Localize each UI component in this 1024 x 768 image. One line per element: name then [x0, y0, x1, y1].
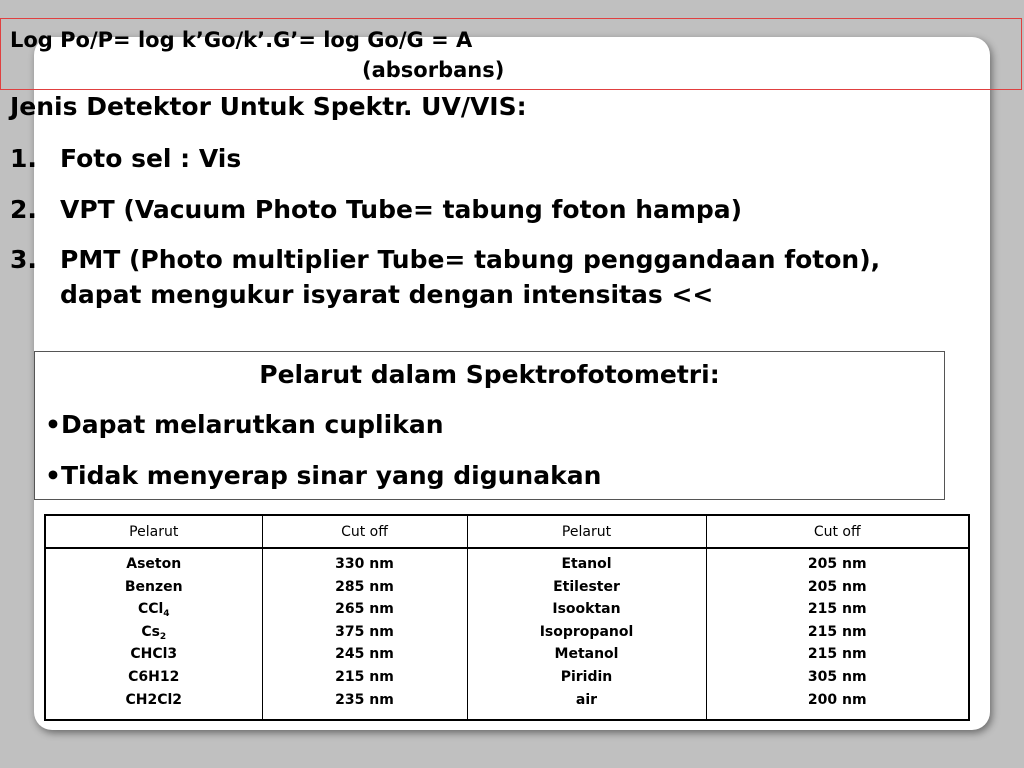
detector-item-3: 3. PMT (Photo multiplier Tube= tabung pen… [10, 242, 930, 312]
table-cell: 235 nm [335, 691, 394, 708]
table-row: Aseton Benzen CCl4 Cs2 CHCl3 C6H12 CH2Cl… [45, 548, 969, 720]
table-cell: Aseton [126, 556, 182, 572]
table-cell: 215 nm [807, 601, 867, 618]
solvent-bullet-1: •Dapat melarutkan cuplikan [45, 410, 444, 439]
table-cell: C6H12 [128, 668, 180, 685]
table-cell: Benzen [124, 578, 183, 595]
table-header-cutoff: Cut off [705, 515, 969, 549]
table-column-cutoff-2: 205 nm 205 nm 215 nm 215 nm 215 nm 305 n… [705, 548, 969, 720]
detector-item-text: VPT (Vacuum Photo Tube= tabung foton ham… [60, 195, 743, 224]
table-cell: 265 nm [335, 601, 394, 618]
table-column-cutoff-1: 330 nm 285 nm 265 nm 375 nm 245 nm 215 n… [261, 548, 467, 720]
formula-text: Log Po/P= log k’Go/k’.G’= log Go/G = A [10, 28, 473, 52]
solvent-bullet-2: •Tidak menyerap sinar yang digunakan [45, 461, 602, 490]
table-cell: 200 nm [807, 691, 867, 708]
table-cell: 205 nm [807, 556, 867, 572]
table-cell: Cs2 [141, 623, 167, 642]
table-cell: CH2Cl2 [125, 691, 183, 708]
table-header-row: Pelarut Cut off Pelarut Cut off [45, 515, 969, 549]
table-cell: 245 nm [335, 646, 394, 663]
table-cell: 205 nm [807, 578, 867, 595]
table-cell: Metanol [554, 646, 619, 663]
detector-item-2: 2. VPT (Vacuum Photo Tube= tabung foton h… [10, 192, 950, 227]
detector-item-text: PMT (Photo multiplier Tube= tabung pengg… [60, 245, 881, 309]
table-cell: 215 nm [335, 668, 394, 685]
table-cell: Isopropanol [539, 623, 634, 640]
table-cell: CHCl3 [130, 646, 178, 663]
solvent-requirements-box: Pelarut dalam Spektrofotometri: •Dapat m… [34, 351, 945, 500]
detector-item-number: 3. [10, 245, 37, 274]
table-cell: 375 nm [335, 623, 394, 640]
table-column-solvents-2: Etanol Etilester Isooktan Isopropanol Me… [466, 548, 706, 720]
table-header-pelarut: Pelarut [45, 515, 262, 549]
table-header-cutoff: Cut off [261, 515, 467, 549]
table-cell: Etanol [561, 556, 612, 572]
detector-item-1: 1. Foto sel : Vis [10, 141, 950, 176]
table-cell: Isooktan [552, 601, 621, 618]
table-cell: 215 nm [807, 623, 867, 640]
table-column-solvents-1: Aseton Benzen CCl4 Cs2 CHCl3 C6H12 CH2Cl… [45, 548, 262, 720]
table-cell: Piridin [560, 668, 613, 685]
table-cell: air [575, 691, 598, 708]
table-cell: Etilester [553, 578, 620, 595]
detector-heading: Jenis Detektor Untuk Spektr. UV/VIS: [10, 92, 527, 121]
detector-item-text: Foto sel : Vis [60, 144, 242, 173]
solvent-title: Pelarut dalam Spektrofotometri: [259, 360, 720, 389]
detector-item-number: 1. [10, 144, 37, 173]
table-cell: 215 nm [807, 646, 867, 663]
table-header-pelarut: Pelarut [466, 515, 706, 549]
table-cell: 285 nm [335, 578, 394, 595]
table-cell: 330 nm [335, 556, 394, 572]
table-cell: 305 nm [807, 668, 867, 685]
table-cell: CCl4 [137, 601, 170, 620]
solvent-cutoff-table: Pelarut Cut off Pelarut Cut off Aseton B… [44, 514, 970, 721]
formula-subtext: (absorbans) [362, 58, 505, 82]
detector-item-number: 2. [10, 195, 37, 224]
